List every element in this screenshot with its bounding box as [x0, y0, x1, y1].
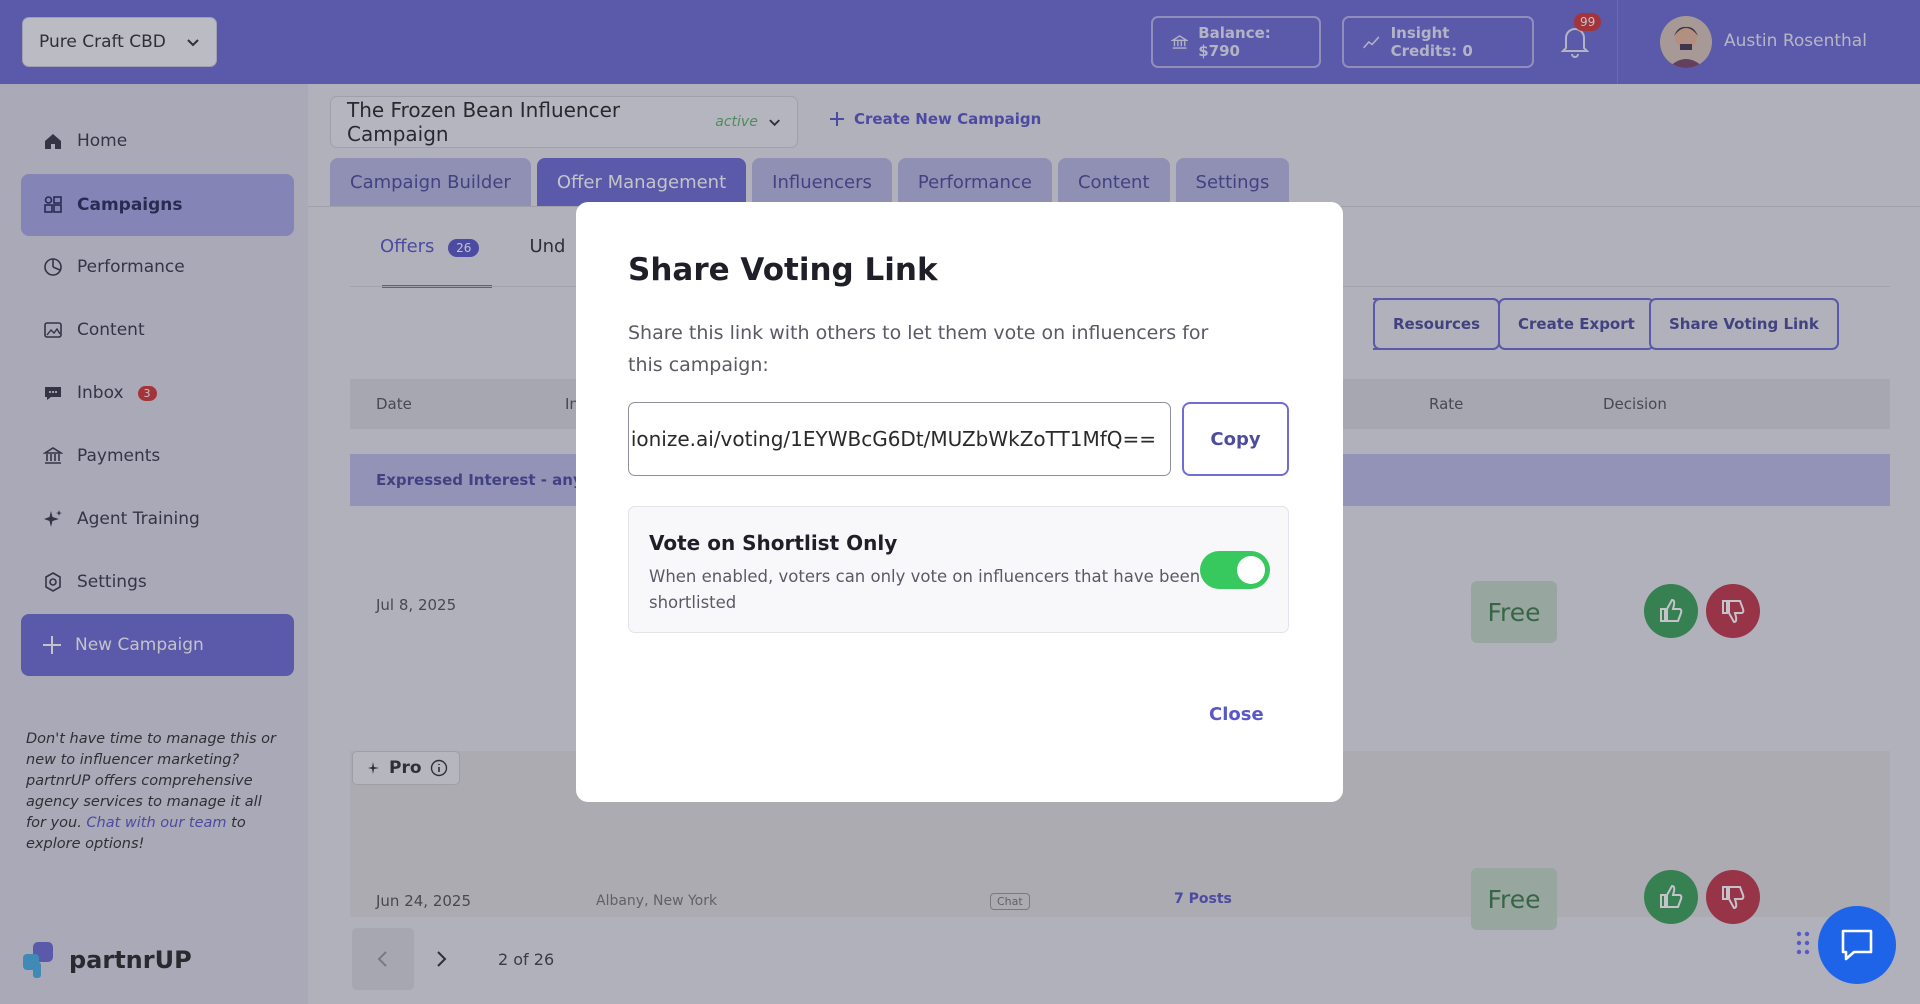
close-button[interactable]: Close	[1209, 704, 1264, 725]
shortlist-option: Vote on Shortlist Only When enabled, vot…	[628, 506, 1289, 633]
voting-link-value: p.lionize.ai/voting/1EYWBcG6Dt/MUZbWkZoT…	[628, 427, 1156, 451]
shortlist-title: Vote on Shortlist Only	[649, 531, 898, 555]
shortlist-toggle[interactable]	[1200, 551, 1270, 589]
share-voting-link-modal: Share Voting Link Share this link with o…	[576, 202, 1343, 802]
toggle-knob	[1237, 556, 1265, 584]
modal-description: Share this link with others to let them …	[628, 322, 1209, 376]
modal-title: Share Voting Link	[628, 252, 938, 288]
copy-button[interactable]: Copy	[1182, 402, 1289, 476]
voting-link-input[interactable]: p.lionize.ai/voting/1EYWBcG6Dt/MUZbWkZoT…	[628, 402, 1171, 476]
drag-handle-icon[interactable]	[1795, 930, 1811, 956]
shortlist-description: When enabled, voters can only vote on in…	[649, 567, 1201, 612]
chat-support-button[interactable]	[1818, 906, 1896, 984]
chat-bubble-icon	[1841, 929, 1873, 961]
